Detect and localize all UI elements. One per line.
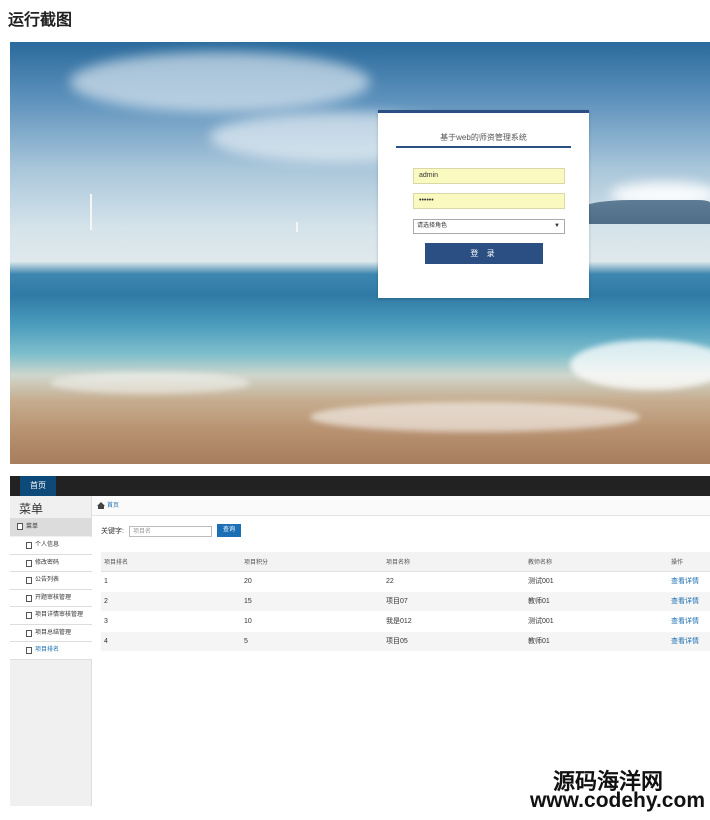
home-icon	[97, 502, 105, 509]
admin-screenshot: 首页 菜单 菜单 个人信息修改密码公告列表开题审核管理项目详情审核管理 项目总结管…	[10, 476, 710, 806]
sidebar-menu: 个人信息修改密码公告列表开题审核管理项目详情审核管理 项目总结管理 项目排名	[10, 537, 92, 660]
search-button[interactable]: 查询	[217, 524, 241, 537]
search-input[interactable]	[129, 526, 212, 537]
role-select[interactable]: 请选择角色 ▼	[413, 219, 565, 234]
password-input[interactable]: ••••••	[413, 193, 565, 209]
tab-home[interactable]: 首页	[20, 476, 56, 496]
view-details-link[interactable]: 查看详情	[668, 611, 710, 632]
ranking-table: 项目排名 项目积分 项目名称 教师名称 操作 1 20 22 测试001 查看详情 2 15 项目07…	[101, 552, 710, 652]
table-cell: 4	[101, 631, 241, 652]
watermark-url: www.codehy.com	[529, 789, 705, 812]
sidebar-item[interactable]: 项目详情审核管理	[10, 607, 92, 625]
table-cell: 教师01	[525, 591, 668, 612]
foam-decoration	[570, 340, 710, 390]
table-cell: 我是012	[383, 611, 525, 632]
search-label: 关键字:	[101, 528, 124, 535]
view-details-link[interactable]: 查看详情	[668, 571, 710, 592]
sidebar-item-label: 项目排名	[35, 647, 60, 653]
view-details-link[interactable]: 查看详情	[668, 631, 710, 652]
table-row: 1 20 22 测试001 查看详情	[101, 571, 710, 592]
table-cell: 2	[101, 591, 241, 612]
foam-decoration	[310, 402, 640, 432]
login-title: 基于web的师资管理系统	[440, 133, 527, 142]
username-input[interactable]: admin	[413, 168, 565, 184]
login-divider	[396, 146, 571, 148]
breadcrumb: 首页	[92, 496, 710, 516]
sidebar-item-label: 公告列表	[35, 577, 60, 583]
sidebar-item[interactable]: 个人信息	[10, 537, 92, 555]
table-cell: 15	[241, 591, 383, 612]
sidebar-item-label: 项目总结管理	[35, 629, 72, 636]
table-cell: 1	[101, 571, 241, 592]
foam-decoration	[50, 372, 250, 394]
sailboat-decoration	[296, 222, 298, 232]
sidebar-item[interactable]: 公告列表	[10, 572, 92, 590]
cloud-decoration	[70, 52, 370, 112]
breadcrumb-home-link[interactable]: 首页	[107, 496, 119, 516]
sidebar-group-label: 菜单	[26, 524, 39, 530]
table-row: 3 10 我是012 测试001 查看详情	[101, 611, 710, 632]
list-icon	[26, 612, 32, 619]
view-details-link[interactable]: 查看详情	[668, 591, 710, 612]
list-icon	[26, 629, 32, 637]
table-cell: 测试001	[525, 611, 668, 632]
sidebar-item[interactable]: 修改密码	[10, 554, 92, 572]
table-cell: 5	[241, 631, 383, 652]
sailboat-decoration	[90, 194, 92, 230]
sidebar: 菜单 菜单 个人信息修改密码公告列表开题审核管理项目详情审核管理 项目总结管理 项目…	[10, 496, 92, 806]
sidebar-item[interactable]: 项目排名	[10, 642, 92, 660]
table-cell: 20	[241, 571, 383, 592]
role-select-value: 请选择角色	[417, 223, 448, 229]
list-icon	[26, 594, 32, 602]
sidebar-group[interactable]: 菜单	[10, 518, 92, 536]
table-cell: 项目07	[383, 591, 525, 612]
caret-down-icon: ▼	[554, 223, 560, 229]
column-header: 教师名称	[525, 552, 668, 572]
table-row: 4 5 项目05 教师01 查看详情	[101, 631, 710, 652]
table-cell: 10	[241, 611, 383, 632]
sidebar-item-label: 项目详情审核管理	[35, 612, 84, 618]
list-icon	[26, 559, 32, 567]
table-row: 2 15 项目07 教师01 查看详情	[101, 591, 710, 612]
column-header: 项目名称	[383, 552, 525, 572]
sidebar-item[interactable]: 开题审核管理	[10, 589, 92, 607]
top-navbar: 首页	[10, 476, 710, 496]
sidebar-heading: 菜单	[19, 502, 44, 516]
sidebar-item[interactable]: 项目总结管理	[10, 624, 92, 642]
table-cell: 测试001	[525, 571, 668, 592]
table-cell: 教师01	[525, 631, 668, 652]
login-screenshot: 基于web的师资管理系统 admin •••••• 请选择角色 ▼ 登 录	[10, 42, 710, 464]
list-icon	[26, 647, 32, 654]
login-panel: 基于web的师资管理系统 admin •••••• 请选择角色 ▼ 登 录	[378, 110, 589, 298]
column-header: 操作	[668, 552, 710, 572]
island-decoration	[580, 200, 710, 224]
list-icon	[26, 577, 32, 584]
sidebar-item-label: 修改密码	[35, 559, 60, 566]
table-cell: 22	[383, 571, 525, 592]
column-header: 项目排名	[101, 552, 241, 572]
list-icon	[17, 523, 23, 530]
table-cell: 项目05	[383, 631, 525, 652]
column-header: 项目积分	[241, 552, 383, 572]
login-button[interactable]: 登 录	[425, 243, 543, 264]
table-header-row: 项目排名 项目积分 项目名称 教师名称 操作	[101, 552, 710, 572]
table-cell: 3	[101, 611, 241, 632]
table-body: 1 20 22 测试001 查看详情 2 15 项目07 教师01 查看详情 3 10 我是012 测试0…	[101, 571, 710, 652]
sidebar-item-label: 开题审核管理	[35, 594, 72, 601]
list-icon	[26, 542, 32, 549]
sidebar-item-label: 个人信息	[35, 542, 60, 548]
page-title: 运行截图	[8, 12, 73, 29]
